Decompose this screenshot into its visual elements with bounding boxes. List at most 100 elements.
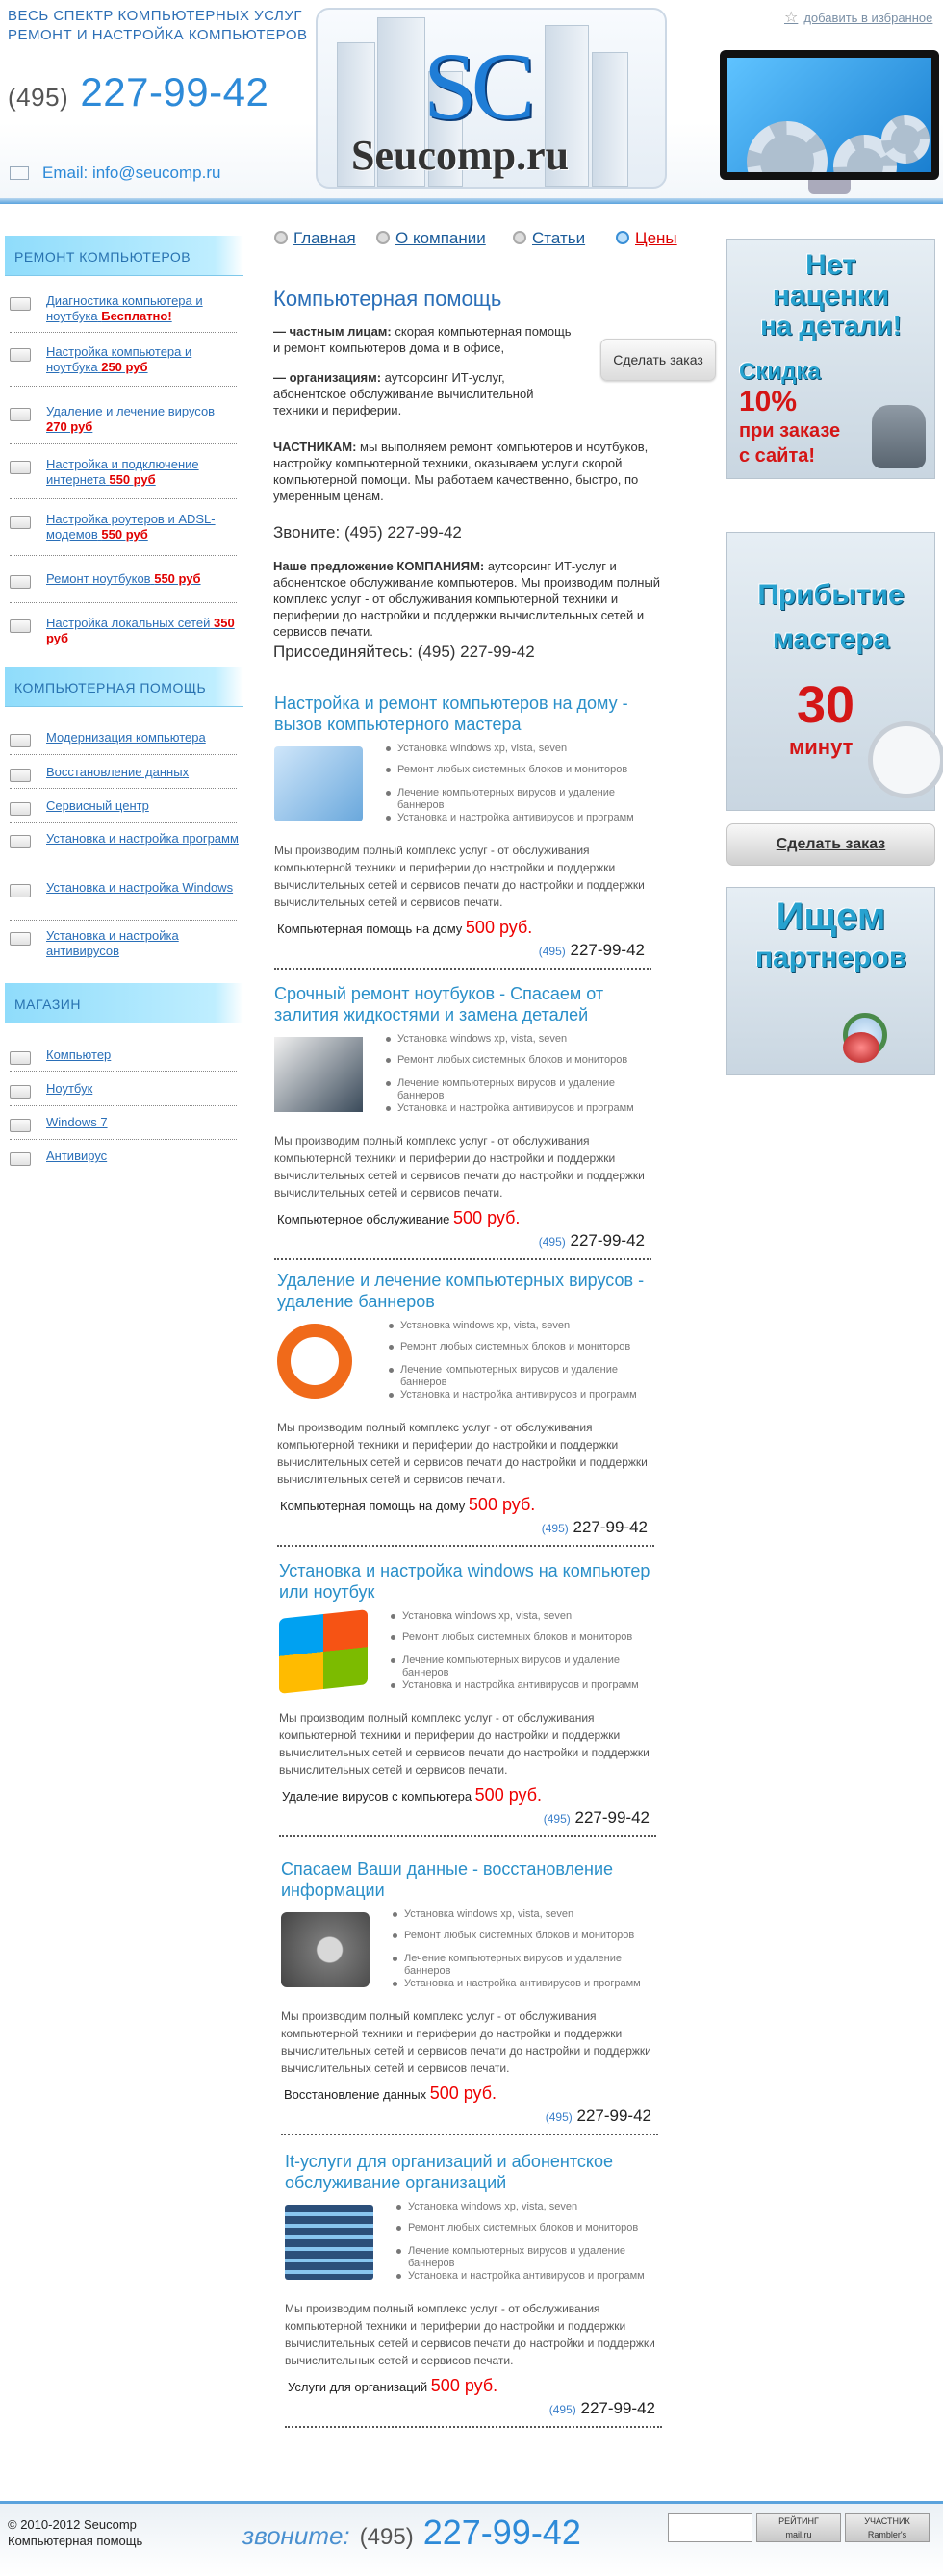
service-bullet: Установка windows xp, vista, seven <box>393 1908 664 1921</box>
banner-text: Нет <box>805 249 856 281</box>
sidebar-item-price: 550 руб <box>101 527 148 542</box>
nav-articles[interactable]: Статьи <box>513 229 585 248</box>
site-logo[interactable]: SC Seucomp.ru <box>316 8 667 189</box>
nav-label: О компании <box>395 229 486 247</box>
sidebar-item-service-center[interactable]: Сервисный центр <box>8 798 239 816</box>
intro-company: Наше предложение КОМПАНИЯМ: аутсорсинг И… <box>273 558 685 640</box>
service-phone: (495) 227-99-42 <box>462 1231 645 1250</box>
price-value: 500 руб. <box>430 2376 498 2395</box>
folder-icon <box>10 734 31 747</box>
sidebar-heading-help: Компьютерная помощь <box>5 667 243 707</box>
sidebar-item-router-setup[interactable]: Настройка роутеров и ADSL-модемов 550 ру… <box>8 512 239 543</box>
service-title[interactable]: Установка и настройка windows на компьют… <box>279 1560 674 1603</box>
sidebar-item-programs[interactable]: Установка и настройка программ <box>8 831 239 848</box>
divider <box>279 1835 656 1837</box>
banner-no-markup[interactable]: Нет наценки на детали! Скидка 10% при за… <box>726 239 935 479</box>
service-title[interactable]: Спасаем Ваши данные - восстановление инф… <box>281 1858 675 1901</box>
sidebar-item-antivirus[interactable]: Антивирус <box>8 1149 239 1166</box>
nav-prices[interactable]: Цены <box>616 229 677 248</box>
service-title[interactable]: Срочный ремонт ноутбуков - Спасаем от за… <box>274 983 669 1025</box>
person-icon <box>843 1032 879 1063</box>
folder-icon <box>10 408 31 421</box>
folder-icon <box>10 461 31 474</box>
sidebar-item-laptop-repair[interactable]: Ремонт ноутбуков 550 руб <box>8 571 239 589</box>
sidebar-item-pc-setup[interactable]: Настройка компьютера и ноутбука 250 руб <box>8 344 239 375</box>
service-description: Мы производим полный комплекс услуг - от… <box>285 2302 655 2367</box>
intro-private2-bold: ЧАСТНИКАМ: <box>273 440 357 454</box>
price-value: 500 руб. <box>453 1208 521 1227</box>
header-email-text: Email: info@seucomp.ru <box>42 164 221 182</box>
computer-repair-icon <box>274 746 363 821</box>
sidebar-item-diagnostics[interactable]: Диагностика компьютера и ноутбука Беспла… <box>8 293 239 324</box>
building-graphic <box>592 52 628 187</box>
sidebar-item-lan-setup[interactable]: Настройка локальных сетей 350 руб <box>8 616 239 646</box>
service-bullet: Ремонт любых системных блоков и мониторо… <box>386 764 657 776</box>
sidebar-item-virus-removal[interactable]: Удаление и лечение вирусов 270 руб <box>8 404 239 435</box>
service-price: Услуги для организаций 500 руб. <box>288 2376 497 2396</box>
service-bullet: Установка windows xp, vista, seven <box>391 1610 662 1623</box>
phone-number: 227-99-42 <box>574 1808 650 1827</box>
service-title[interactable]: Настройка и ремонт компьютеров на дому -… <box>274 693 669 735</box>
counter-mailru[interactable]: РЕЙТИНГ mail.ru <box>756 2513 841 2542</box>
phone-code: (495) <box>538 1235 566 1249</box>
divider <box>10 1139 237 1140</box>
service-bullet: Лечение компьютерных вирусов и удаление … <box>389 1364 660 1389</box>
folder-icon <box>10 619 31 633</box>
service-description: Мы производим полный комплекс услуг - от… <box>274 844 645 909</box>
counter-rambler[interactable]: УЧАСТНИК Rambler's <box>845 2513 930 2542</box>
sidebar-item-label: Ноутбук <box>46 1081 93 1096</box>
service-bullet: Ремонт любых системных блоков и мониторо… <box>386 1054 657 1067</box>
sidebar-item-windows[interactable]: Установка и настройка Windows <box>8 880 239 897</box>
sidebar-item-price: 550 руб <box>154 571 201 586</box>
banner-partners[interactable]: Ищем партнеров <box>726 887 935 1075</box>
nav-bullet-icon <box>376 231 390 244</box>
folder-icon <box>10 297 31 311</box>
sidebar-item-label: Компьютер <box>46 1048 112 1062</box>
service-description: Мы производим полный комплекс услуг - от… <box>281 2009 651 2075</box>
price-label: Компьютерная помощь на дому <box>277 922 463 936</box>
price-label: Услуги для организаций <box>288 2380 428 2394</box>
order-button-sidebar[interactable]: Сделать заказ <box>726 823 935 866</box>
service-bullet: Установка и настройка антивирусов и прог… <box>393 1978 664 1990</box>
header-phone-number: 227-99-42 <box>80 69 269 114</box>
sidebar-item-label: Установка и настройка антивирусов <box>46 928 179 958</box>
divider <box>10 555 237 556</box>
sidebar-item-internet-setup[interactable]: Настройка и подключение интернета 550 ру… <box>8 457 239 488</box>
phone-number: 227-99-42 <box>580 2399 655 2417</box>
price-label: Восстановление данных <box>284 2087 427 2102</box>
footer-copyright-text: © 2010-2012 Seucomp <box>8 2517 137 2532</box>
intro-private2: ЧАСТНИКАМ: мы выполняем ремонт компьютер… <box>273 439 677 504</box>
counter-placeholder[interactable] <box>668 2513 752 2542</box>
sidebar-item-upgrade[interactable]: Модернизация компьютера <box>8 730 239 747</box>
banner-master-arrival[interactable]: Прибытие мастера 30 минут <box>726 532 943 811</box>
order-button[interactable]: Сделать заказ <box>600 339 716 381</box>
banner-text: на детали! <box>760 311 902 341</box>
add-to-favorites-link[interactable]: ☆ добавить в избранное <box>784 8 932 27</box>
service-description: Мы производим полный комплекс услуг - от… <box>277 1421 648 1486</box>
service-bullet: Установка windows xp, vista, seven <box>389 1320 660 1332</box>
service-title[interactable]: Удаление и лечение компьютерных вирусов … <box>277 1270 672 1312</box>
banner-minutes-number: 30 <box>797 676 855 734</box>
banner-text-red: с сайта! <box>739 445 816 467</box>
folder-icon <box>10 802 31 816</box>
sidebar-item-laptop[interactable]: Ноутбук <box>8 1081 239 1099</box>
divider <box>10 386 237 387</box>
header-email[interactable]: Email: info@seucomp.ru <box>10 164 220 183</box>
service-bullet: Лечение компьютерных вирусов и удаление … <box>386 787 657 812</box>
sidebar-item-label: Модернизация компьютера <box>46 730 206 745</box>
intro-private-bold: — частным лицам: <box>273 324 392 339</box>
banner-text: мастера <box>772 623 890 655</box>
folder-icon <box>10 769 31 782</box>
sidebar-item-antivirus-setup[interactable]: Установка и настройка антивирусов <box>8 928 239 959</box>
sidebar-item-label: Установка и настройка Windows <box>46 880 234 895</box>
sidebar-item-data-recovery[interactable]: Восстановление данных <box>8 765 239 782</box>
divider <box>274 1258 651 1260</box>
nav-about[interactable]: О компании <box>376 229 486 248</box>
nav-home[interactable]: Главная <box>274 229 356 248</box>
divider <box>10 920 237 921</box>
sidebar-item-computer[interactable]: Компьютер <box>8 1048 239 1065</box>
sidebar-item-windows7[interactable]: Windows 7 <box>8 1115 239 1132</box>
banner-text: Скидка <box>739 359 821 385</box>
folder-icon <box>10 1119 31 1132</box>
service-title[interactable]: It-услуги для организаций и абонентское … <box>285 2151 679 2193</box>
